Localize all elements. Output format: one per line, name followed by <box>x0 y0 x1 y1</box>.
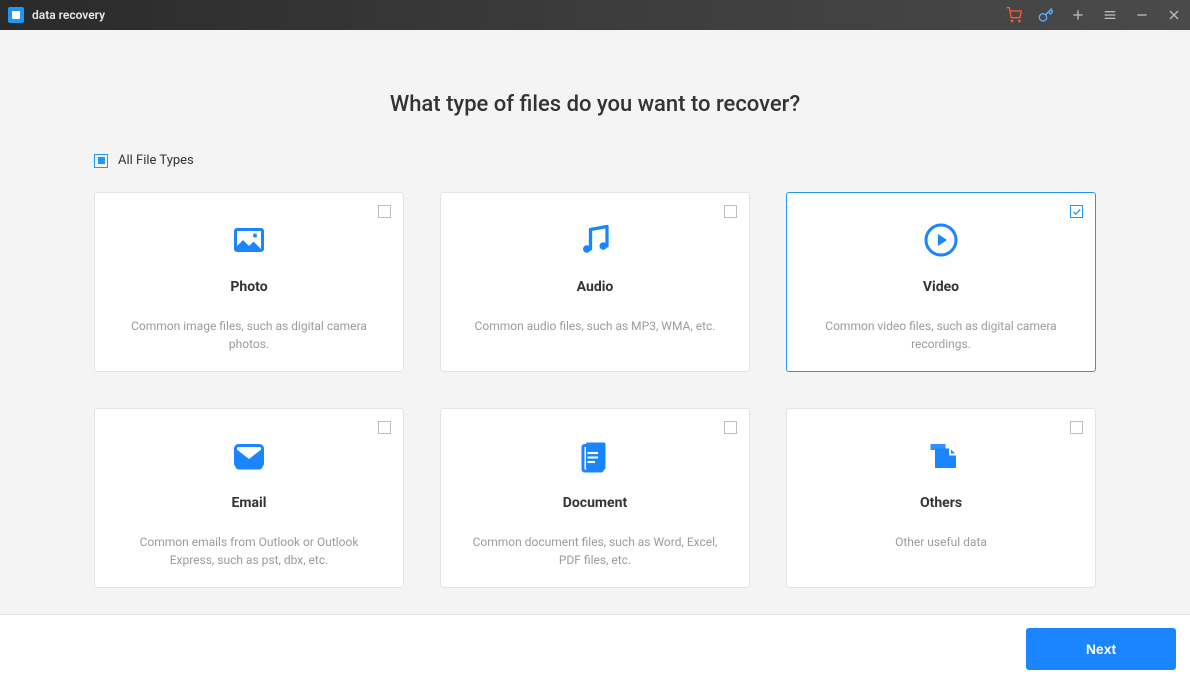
app-title: data recovery <box>32 8 105 22</box>
card-desc: Other useful data <box>885 533 997 551</box>
card-desc: Common emails from Outlook or Outlook Ex… <box>113 533 385 569</box>
titlebar-left: data recovery <box>8 7 105 23</box>
main-content: What type of files do you want to recove… <box>0 30 1190 614</box>
plus-icon[interactable] <box>1070 7 1086 23</box>
card-audio[interactable]: Audio Common audio files, such as MP3, W… <box>440 192 750 372</box>
card-desc: Common audio files, such as MP3, WMA, et… <box>465 317 726 335</box>
card-desc: Common document files, such as Word, Exc… <box>459 533 731 569</box>
document-icon <box>577 433 613 479</box>
card-checkbox[interactable] <box>378 205 391 218</box>
card-checkbox[interactable] <box>724 421 737 434</box>
titlebar-right <box>1006 7 1182 23</box>
titlebar: data recovery <box>0 0 1190 30</box>
card-video[interactable]: Video Common video files, such as digita… <box>786 192 1096 372</box>
email-icon <box>231 433 267 479</box>
all-file-types-label: All File Types <box>118 153 194 168</box>
minimize-icon[interactable] <box>1134 7 1150 23</box>
card-title: Audio <box>577 279 614 295</box>
others-icon <box>923 433 959 479</box>
menu-icon[interactable] <box>1102 7 1118 23</box>
card-photo[interactable]: Photo Common image files, such as digita… <box>94 192 404 372</box>
all-file-types-checkbox[interactable] <box>94 154 108 168</box>
card-checkbox[interactable] <box>724 205 737 218</box>
card-title: Video <box>923 279 959 295</box>
all-file-types-row[interactable]: All File Types <box>94 153 1096 168</box>
card-title: Others <box>920 495 962 511</box>
app-logo-icon <box>8 7 24 23</box>
close-icon[interactable] <box>1166 7 1182 23</box>
next-button[interactable]: Next <box>1026 628 1176 670</box>
photo-icon <box>231 217 267 263</box>
card-title: Document <box>563 495 627 511</box>
card-email[interactable]: Email Common emails from Outlook or Outl… <box>94 408 404 588</box>
cart-icon[interactable] <box>1006 7 1022 23</box>
key-icon[interactable] <box>1038 7 1054 23</box>
video-icon <box>923 217 959 263</box>
card-others[interactable]: Others Other useful data <box>786 408 1096 588</box>
card-document[interactable]: Document Common document files, such as … <box>440 408 750 588</box>
card-title: Email <box>232 495 267 511</box>
container: All File Types Photo Common image files,… <box>94 153 1096 588</box>
page-title: What type of files do you want to recove… <box>390 92 800 117</box>
card-checkbox[interactable] <box>1070 421 1083 434</box>
audio-icon <box>577 217 613 263</box>
card-checkbox[interactable] <box>378 421 391 434</box>
card-desc: Common image files, such as digital came… <box>113 317 385 353</box>
card-checkbox[interactable] <box>1070 205 1083 218</box>
file-type-grid: Photo Common image files, such as digita… <box>94 192 1096 588</box>
footer: Next <box>0 614 1190 682</box>
card-title: Photo <box>230 279 267 295</box>
card-desc: Common video files, such as digital came… <box>805 317 1077 353</box>
